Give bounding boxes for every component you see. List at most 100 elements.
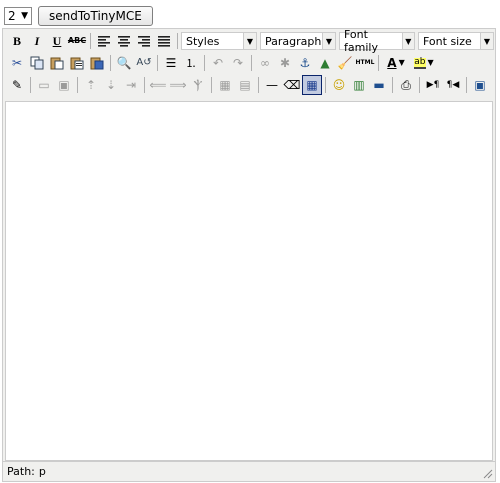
insert-col-before-icon: ⟸ [149, 78, 167, 92]
resize-handle-icon[interactable] [483, 469, 493, 479]
align-center-icon [118, 36, 130, 47]
insert-layer-button[interactable]: ▬ [369, 75, 389, 95]
insert-row-before-button[interactable]: ⇡ [81, 75, 101, 95]
cleanup-button[interactable]: 🧹 [335, 53, 355, 73]
align-left-button[interactable] [94, 31, 114, 51]
paste-word-button[interactable] [87, 53, 107, 73]
editor-content-area[interactable] [5, 101, 493, 461]
path-label: Path: [7, 465, 35, 478]
chevron-down-icon: ▼ [427, 58, 434, 67]
toolbar-separator [30, 77, 31, 93]
paragraph-dropdown[interactable]: Paragraph ▼ [260, 32, 336, 50]
merge-cells-button[interactable]: ▤ [235, 75, 255, 95]
bullet-list-icon: ☰ [165, 56, 177, 70]
horizontal-rule-button[interactable]: — [262, 75, 282, 95]
toolbar-separator [90, 33, 91, 49]
unlink-icon: ✱ [279, 56, 291, 70]
binoculars-icon: 🔍 [116, 56, 132, 70]
cut-button[interactable]: ✂ [7, 53, 27, 73]
chevron-down-icon: ▼ [21, 11, 28, 21]
remove-format-button[interactable]: ⌫ [282, 75, 302, 95]
toolbar-separator [251, 55, 252, 71]
insert-col-after-icon: ⟹ [169, 78, 187, 92]
align-center-button[interactable] [114, 31, 134, 51]
styles-dropdown-label: Styles [186, 34, 220, 48]
redo-button[interactable]: ↷ [228, 53, 248, 73]
forecolor-button[interactable]: A ▼ [382, 53, 410, 73]
underline-button[interactable]: U [47, 31, 67, 51]
numbered-list-button[interactable]: ⒈ [181, 53, 201, 73]
anchor-button[interactable]: ⚓ [295, 53, 315, 73]
paste-text-icon [70, 57, 84, 70]
scissors-icon: ✂ [11, 56, 23, 70]
instance-select[interactable]: 2 ▼ [4, 7, 32, 25]
font-family-dropdown-label: Font family [344, 28, 378, 54]
toolbar-row-1: B I U ABC Styles ▼ Paragraph ▼ Font fami… [3, 28, 495, 54]
tinymce-editor: B I U ABC Styles ▼ Paragraph ▼ Font fami… [2, 28, 496, 482]
strikethrough-button[interactable]: ABC [67, 31, 87, 51]
toolbar-separator [177, 33, 178, 49]
rtl-button[interactable]: ¶◀ [443, 75, 463, 95]
visual-aid-button[interactable]: ▦ [302, 75, 322, 95]
top-controls: 2 ▼ sendToTinyMCE [4, 6, 153, 26]
row-properties-button[interactable]: ▭ [34, 75, 54, 95]
styles-dropdown[interactable]: Styles ▼ [181, 32, 257, 50]
font-size-dropdown[interactable]: Font size ▼ [418, 32, 494, 50]
fullscreen-button[interactable]: ▣ [470, 75, 490, 95]
merge-cells-icon: ▤ [239, 78, 251, 92]
bold-button[interactable]: B [7, 31, 27, 51]
toolbar-separator [325, 77, 326, 93]
link-button[interactable]: ∞ [255, 53, 275, 73]
copy-icon [30, 56, 44, 70]
film-icon: ▥ [353, 78, 365, 92]
font-size-dropdown-label: Font size [423, 34, 472, 48]
paste-text-button[interactable] [67, 53, 87, 73]
unlink-button[interactable]: ✱ [275, 53, 295, 73]
image-button[interactable]: ▲ [315, 53, 335, 73]
path-value[interactable]: p [39, 465, 46, 478]
align-justify-button[interactable] [154, 31, 174, 51]
font-family-dropdown[interactable]: Font family ▼ [339, 28, 415, 54]
insert-col-after-button[interactable]: ⟹ [168, 75, 188, 95]
toolbar-separator [378, 55, 379, 71]
media-button[interactable]: ▥ [349, 75, 369, 95]
undo-button[interactable]: ↶ [208, 53, 228, 73]
emoticons-button[interactable]: ☺ [329, 75, 349, 95]
align-right-button[interactable] [134, 31, 154, 51]
print-button[interactable]: ⎙ [396, 75, 416, 95]
align-left-icon [98, 36, 110, 47]
rtl-icon: ¶◀ [446, 79, 460, 90]
find-button[interactable]: 🔍 [114, 53, 134, 73]
html-icon: HTML [355, 59, 375, 66]
delete-row-icon: ⇥ [125, 78, 137, 92]
ltr-button[interactable]: ▶¶ [423, 75, 443, 95]
chevron-down-icon: ▼ [243, 33, 256, 49]
layer-icon: ▬ [373, 78, 385, 92]
horizontal-rule-icon: — [266, 78, 278, 92]
cell-properties-button[interactable]: ▣ [54, 75, 74, 95]
paste-button[interactable] [47, 53, 67, 73]
paste-word-icon [90, 57, 104, 70]
bullet-list-button[interactable]: ☰ [161, 53, 181, 73]
delete-row-button[interactable]: ⇥ [121, 75, 141, 95]
toolbar-separator [211, 77, 212, 93]
send-to-tinymce-button[interactable]: sendToTinyMCE [38, 6, 153, 26]
toolbar-row-2: ✂ 🔍 A↺ ☰ ⒈ ↶ ↷ ∞ ✱ ⚓ ▲ 🧹 HTML A ▼ ab ▼ [3, 52, 495, 74]
insert-row-after-button[interactable]: ⇣ [101, 75, 121, 95]
italic-button[interactable]: I [27, 31, 47, 51]
split-cells-button[interactable]: ▦ [215, 75, 235, 95]
delete-col-button[interactable]: Ⲯ [188, 75, 208, 95]
insert-col-before-button[interactable]: ⟸ [148, 75, 168, 95]
paragraph-dropdown-label: Paragraph [265, 34, 322, 48]
align-right-icon [138, 36, 150, 47]
backcolor-button[interactable]: ab ▼ [410, 53, 438, 73]
toolbar-separator [392, 77, 393, 93]
toolbar-separator [419, 77, 420, 93]
replace-button[interactable]: A↺ [134, 53, 154, 73]
copy-button[interactable] [27, 53, 47, 73]
replace-icon: A↺ [136, 57, 152, 68]
link-icon: ∞ [260, 56, 270, 70]
html-source-button[interactable]: HTML [355, 53, 375, 73]
edit-table-button[interactable]: ✎ [7, 75, 27, 95]
align-justify-icon [158, 36, 170, 47]
